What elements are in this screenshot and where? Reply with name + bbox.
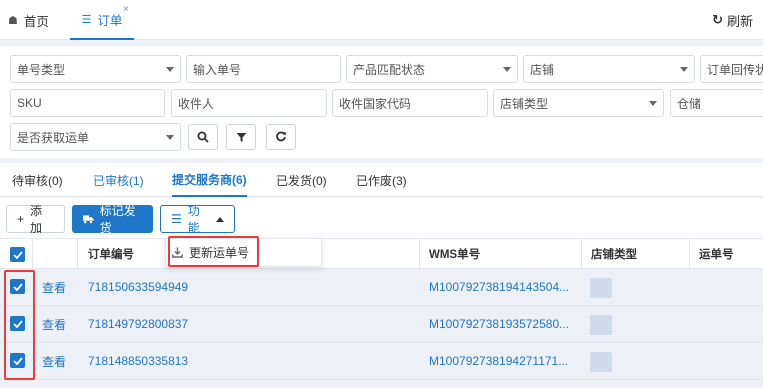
store-type-value: 店铺类型 — [500, 96, 549, 111]
home-icon: ☗ — [8, 14, 18, 27]
sku-input[interactable]: SKU — [10, 89, 165, 117]
table-row: 查看 718149792800837 M100792738193572580..… — [0, 306, 763, 343]
order-number-link[interactable]: 718149792800837 — [88, 306, 188, 342]
check-icon — [12, 250, 23, 259]
top-tab-bar: ☗ 首页 ☰ 订单 × ↻ 刷新 — [0, 0, 763, 40]
table-row: 查看 718148850335813 M100792738194271171..… — [0, 343, 763, 380]
reset-button[interactable] — [266, 124, 296, 150]
column-divider — [419, 239, 420, 268]
recipient-input[interactable]: 收件人 — [171, 89, 327, 117]
refresh-icon: ↻ — [712, 12, 723, 27]
store-type-redacted — [590, 278, 612, 298]
order-number-type-select[interactable]: 单号类型 — [10, 55, 181, 83]
mark-shipped-button[interactable]: 标记发货 — [72, 204, 153, 235]
country-code-input[interactable]: 收件国家代码 — [332, 89, 488, 117]
order-number-link[interactable]: 718150633594949 — [88, 269, 188, 305]
list-icon: ☰ — [81, 13, 92, 26]
order-number-link[interactable]: 718148850335813 — [88, 343, 188, 379]
country-code-placeholder: 收件国家代码 — [339, 96, 412, 111]
tab-pending-review[interactable]: 待审核(0) — [12, 163, 63, 197]
chevron-down-icon — [680, 67, 688, 72]
filter-panel: 单号类型 输入单号 产品匹配状态 店铺 订单回传状态 SKU 收件人 收件国家代… — [0, 46, 763, 158]
tab-submitted-provider[interactable]: 提交服务商(6) — [172, 163, 247, 197]
column-order-number: 订单编号 — [88, 248, 134, 261]
order-number-input[interactable]: 输入单号 — [186, 55, 341, 83]
search-button[interactable] — [188, 124, 218, 150]
wms-number-link[interactable]: M100792738194143504... — [429, 269, 569, 305]
product-match-status-select[interactable]: 产品匹配状态 — [346, 55, 518, 83]
view-link[interactable]: 查看 — [42, 343, 66, 379]
warehouse-value: 仓储 — [677, 96, 702, 111]
chevron-down-icon — [166, 67, 174, 72]
function-dropdown-button[interactable]: ☰ 功能 — [160, 204, 235, 235]
order-return-status-select[interactable]: 订单回传状态 — [700, 55, 763, 83]
waybill-obtained-select[interactable]: 是否获取运单 — [10, 123, 181, 151]
add-button[interactable]: + 添加 — [6, 204, 65, 235]
order-number-placeholder: 输入单号 — [193, 62, 242, 77]
tab-voided[interactable]: 已作废(3) — [356, 163, 407, 197]
add-button-label: 添加 — [30, 204, 43, 235]
select-all-checkbox[interactable] — [10, 247, 25, 262]
table-row: 查看 718150633594949 M100792738194143504..… — [0, 269, 763, 306]
column-divider — [689, 239, 690, 268]
store-value: 店铺 — [530, 62, 555, 77]
filter-button[interactable] — [226, 124, 256, 150]
wms-number-link[interactable]: M100792738193572580... — [429, 306, 569, 342]
chevron-down-icon — [649, 101, 657, 106]
recipient-placeholder: 收件人 — [178, 96, 215, 111]
store-type-redacted — [590, 315, 612, 335]
chevron-down-icon — [503, 67, 511, 72]
column-divider — [77, 239, 78, 268]
view-link[interactable]: 查看 — [42, 306, 66, 342]
store-type-select[interactable]: 店铺类型 — [493, 89, 664, 117]
order-return-status-value: 订单回传状态 — [707, 62, 763, 77]
chevron-down-icon — [166, 135, 174, 140]
order-number-type-value: 单号类型 — [17, 62, 66, 77]
caret-up-icon — [216, 216, 224, 222]
view-link[interactable]: 查看 — [42, 269, 66, 305]
column-waybill-number: 运单号 — [699, 248, 734, 261]
store-select[interactable]: 店铺 — [523, 55, 695, 83]
refresh-label: 刷新 — [726, 13, 753, 29]
close-tab-icon[interactable]: × — [123, 5, 129, 15]
refresh-button[interactable]: ↻ 刷新 — [712, 0, 753, 40]
mark-shipped-label: 标记发货 — [99, 204, 136, 235]
warehouse-select[interactable]: 仓储 — [670, 89, 763, 117]
menu-item-highlight — [168, 236, 259, 267]
truck-icon — [83, 215, 94, 224]
function-label: 功能 — [187, 204, 200, 235]
plus-icon: + — [17, 212, 25, 226]
status-tabs: 待审核(0) 已审核(1) 提交服务商(6) 已发货(0) 已作废(3) — [0, 163, 763, 197]
column-divider — [581, 239, 582, 268]
reset-icon — [276, 131, 286, 142]
tab-order-label: 订单 — [97, 13, 123, 28]
tab-home[interactable]: ☗ 首页 — [8, 0, 49, 40]
checkbox-column-highlight — [4, 270, 35, 380]
search-icon — [197, 131, 209, 143]
sku-placeholder: SKU — [17, 96, 42, 110]
tab-shipped[interactable]: 已发货(0) — [276, 163, 327, 197]
column-wms-number: WMS单号 — [429, 248, 481, 261]
filter-icon — [236, 132, 246, 142]
tab-reviewed[interactable]: 已审核(1) — [93, 163, 144, 197]
column-store-type: 店铺类型 — [591, 248, 637, 261]
column-divider — [32, 239, 33, 268]
list-icon: ☰ — [171, 212, 182, 226]
product-match-status-value: 产品匹配状态 — [353, 62, 426, 77]
store-type-redacted — [590, 352, 612, 372]
waybill-obtained-value: 是否获取运单 — [17, 130, 90, 145]
tab-home-label: 首页 — [23, 14, 49, 29]
wms-number-link[interactable]: M100792738194271171... — [429, 343, 568, 379]
action-toolbar: + 添加 标记发货 ☰ 功能 — [0, 198, 763, 238]
table-header: 订单编号 WMS单号 店铺类型 运单号 — [0, 238, 763, 269]
